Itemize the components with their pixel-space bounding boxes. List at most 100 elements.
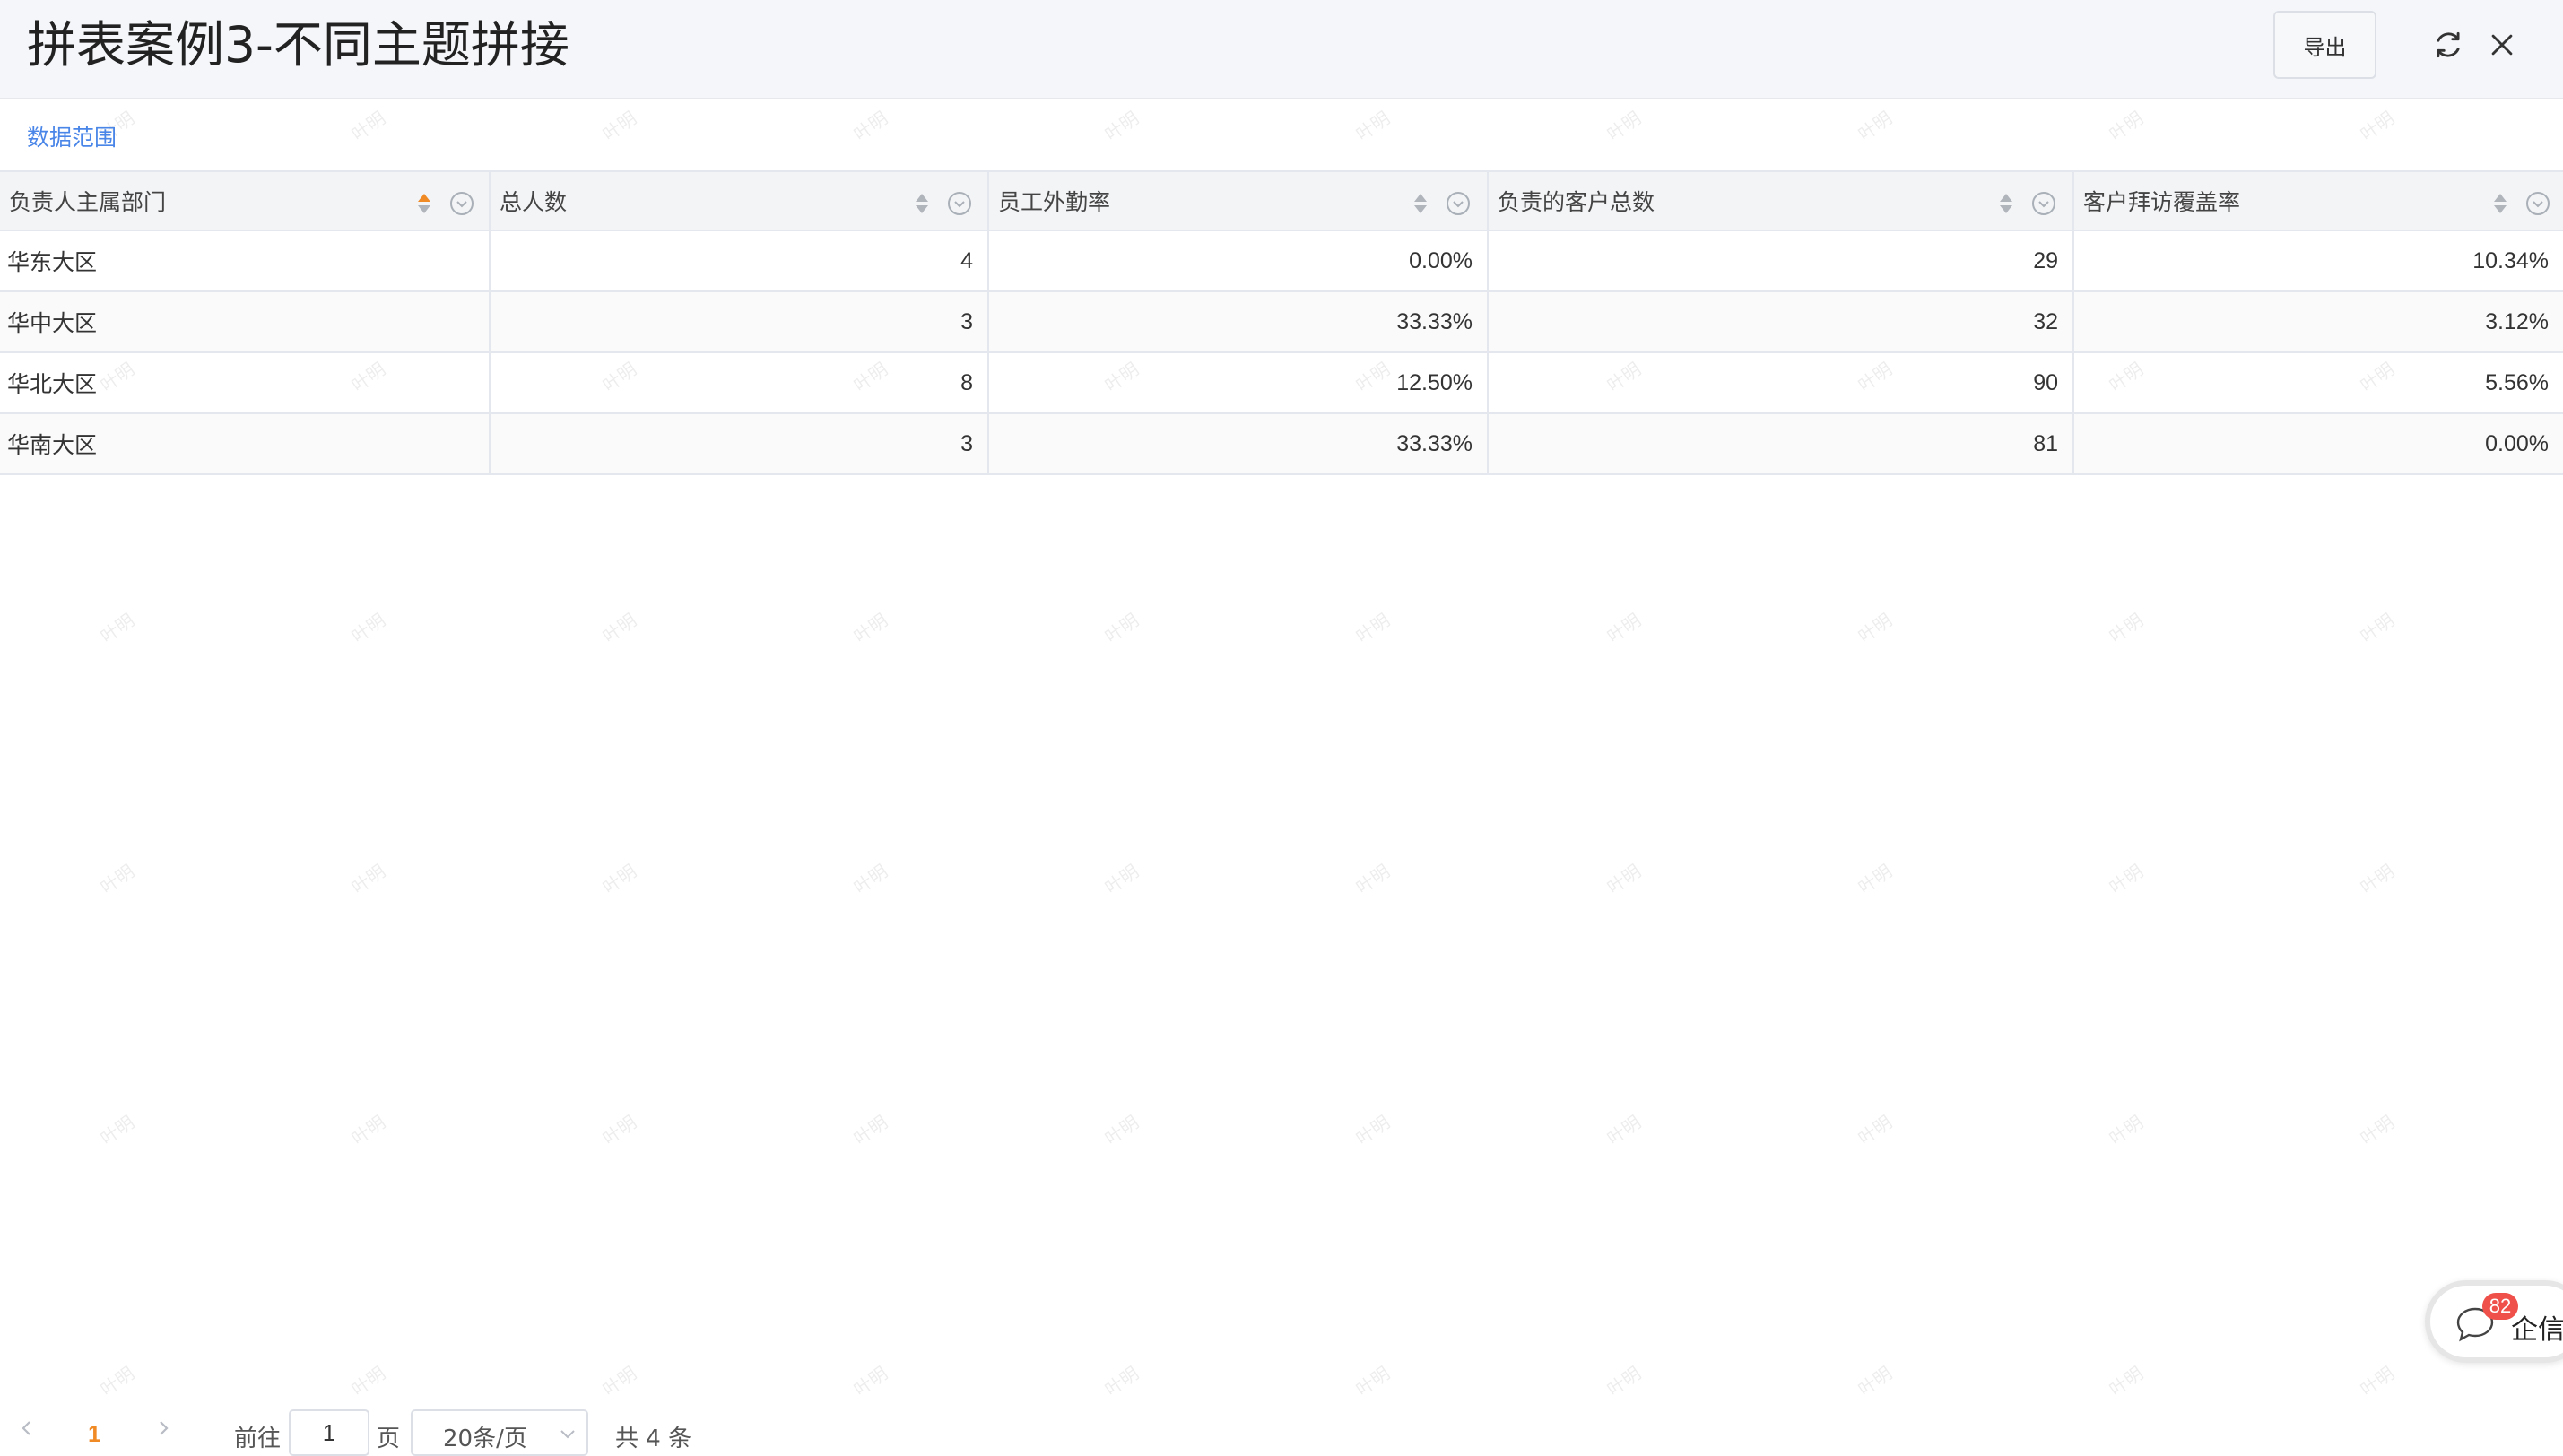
table-cell: 29 <box>1489 231 2074 290</box>
table-cell: 华南大区 <box>0 414 491 473</box>
watermark-text: 叶明 <box>2356 1111 2399 1150</box>
watermark-text: 叶明 <box>1100 860 1143 899</box>
watermark-text: 叶明 <box>1854 1362 1897 1401</box>
column-header-label: 客户拜访覆盖率 <box>2083 189 2241 215</box>
table-row: 华东大区 4 0.00% 29 10.34% <box>0 231 2563 292</box>
table-cell: 华中大区 <box>0 292 491 351</box>
watermark-text: 叶明 <box>2105 1362 2148 1401</box>
chevron-down-icon <box>560 1430 575 1439</box>
watermark-text: 叶明 <box>849 1111 892 1150</box>
watermark-text: 叶明 <box>1351 1362 1394 1401</box>
watermark-text: 叶明 <box>849 860 892 899</box>
page-size-select[interactable]: 20条/页 <box>411 1409 588 1456</box>
table-cell: 3 <box>491 414 989 473</box>
table-cell: 81 <box>1489 414 2074 473</box>
watermark-text: 叶明 <box>1100 609 1143 648</box>
chevron-right-icon[interactable] <box>152 1415 174 1442</box>
sort-icon[interactable] <box>1996 190 2016 217</box>
watermark-text: 叶明 <box>598 107 641 146</box>
watermark-text: 叶明 <box>2105 609 2148 648</box>
watermark-text: 叶明 <box>347 1111 390 1150</box>
watermark-text: 叶明 <box>598 1111 641 1150</box>
watermark-text: 叶明 <box>1351 107 1394 146</box>
watermark-text: 叶明 <box>1603 1111 1646 1150</box>
table-cell: 33.33% <box>989 414 1489 473</box>
table-cell: 33.33% <box>989 292 1489 351</box>
watermark-text: 叶明 <box>2105 860 2148 899</box>
watermark-text: 叶明 <box>1351 1111 1394 1150</box>
column-header-label: 员工外勤率 <box>998 189 1111 215</box>
watermark-text: 叶明 <box>96 1111 139 1150</box>
column-header[interactable]: 员工外勤率 <box>989 172 1489 230</box>
column-header-label: 总人数 <box>500 189 568 215</box>
watermark-text: 叶明 <box>96 1362 139 1401</box>
page-unit-label: 页 <box>377 1426 401 1452</box>
watermark-text: 叶明 <box>1351 609 1394 648</box>
table-cell: 12.50% <box>989 353 1489 412</box>
watermark-text: 叶明 <box>1100 107 1143 146</box>
chevron-left-icon[interactable] <box>16 1415 38 1442</box>
table-cell: 32 <box>1489 292 2074 351</box>
data-scope-link[interactable]: 数据范围 <box>27 120 117 152</box>
watermark-text: 叶明 <box>1603 609 1646 648</box>
table-cell: 90 <box>1489 353 2074 412</box>
column-header[interactable]: 总人数 <box>491 172 989 230</box>
filter-dropdown-icon[interactable] <box>2030 190 2057 217</box>
watermark-text: 叶明 <box>1854 1111 1897 1150</box>
table-row: 华南大区 3 33.33% 81 0.00% <box>0 414 2563 475</box>
column-header-label: 负责的客户总数 <box>1498 189 1655 215</box>
sort-icon[interactable] <box>2490 190 2510 217</box>
watermark-text: 叶明 <box>347 860 390 899</box>
data-table: 负责人主属部门 总人数 员工外勤率 负责的客户总数 客户拜访覆盖率 华东大区 4… <box>0 170 2563 475</box>
table-cell: 10.34% <box>2472 247 2549 273</box>
watermark-text: 叶明 <box>2356 1362 2399 1401</box>
watermark-text: 叶明 <box>347 609 390 648</box>
table-header-row: 负责人主属部门 总人数 员工外勤率 负责的客户总数 客户拜访覆盖率 <box>0 170 2563 231</box>
watermark-text: 叶明 <box>598 1362 641 1401</box>
watermark-text: 叶明 <box>598 609 641 648</box>
watermark-text: 叶明 <box>849 107 892 146</box>
sort-icon[interactable] <box>414 190 434 217</box>
watermark-text: 叶明 <box>849 609 892 648</box>
table-row: 华中大区 3 33.33% 32 3.12% <box>0 292 2563 353</box>
watermark-text: 叶明 <box>1854 609 1897 648</box>
column-header[interactable]: 负责人主属部门 <box>0 172 491 230</box>
export-button[interactable]: 导出 <box>2273 11 2376 79</box>
filter-dropdown-icon[interactable] <box>946 190 973 217</box>
watermark-text: 叶明 <box>96 860 139 899</box>
watermark-text: 叶明 <box>849 1362 892 1401</box>
watermark-text: 叶明 <box>2105 107 2148 146</box>
column-header[interactable]: 客户拜访覆盖率 <box>2074 172 2563 230</box>
table-cell: 5.56% <box>2485 369 2549 395</box>
watermark-text: 叶明 <box>2356 860 2399 899</box>
table-cell: 8 <box>491 353 989 412</box>
watermark-text: 叶明 <box>347 107 390 146</box>
goto-page-input[interactable] <box>289 1409 369 1456</box>
sort-icon[interactable] <box>1411 190 1430 217</box>
chat-widget[interactable]: 82 企信 <box>2425 1280 2563 1363</box>
watermark-text: 叶明 <box>1854 107 1897 146</box>
refresh-icon[interactable] <box>2428 25 2468 65</box>
filter-dropdown-icon[interactable] <box>448 190 475 217</box>
page-number-current[interactable]: 1 <box>88 1420 100 1448</box>
filter-dropdown-icon[interactable] <box>1445 190 1472 217</box>
watermark-text: 叶明 <box>1351 860 1394 899</box>
watermark-text: 叶明 <box>1603 1362 1646 1401</box>
watermark-text: 叶明 <box>2105 1111 2148 1150</box>
chat-label: 企信 <box>2511 1314 2563 1346</box>
watermark-text: 叶明 <box>1603 107 1646 146</box>
table-cell: 3 <box>491 292 989 351</box>
watermark-text: 叶明 <box>2356 107 2399 146</box>
sort-icon[interactable] <box>912 190 932 217</box>
table-cell: 0.00% <box>2485 430 2549 456</box>
column-header[interactable]: 负责的客户总数 <box>1489 172 2074 230</box>
table-cell: 华东大区 <box>0 231 491 290</box>
watermark-text: 叶明 <box>2356 609 2399 648</box>
watermark-text: 叶明 <box>1603 860 1646 899</box>
table-cell: 华北大区 <box>0 353 491 412</box>
filter-dropdown-icon[interactable] <box>2524 190 2551 217</box>
watermark-text: 叶明 <box>347 1362 390 1401</box>
close-icon[interactable] <box>2482 25 2522 65</box>
goto-label: 前往 <box>234 1426 282 1452</box>
watermark-text: 叶明 <box>1100 1111 1143 1150</box>
